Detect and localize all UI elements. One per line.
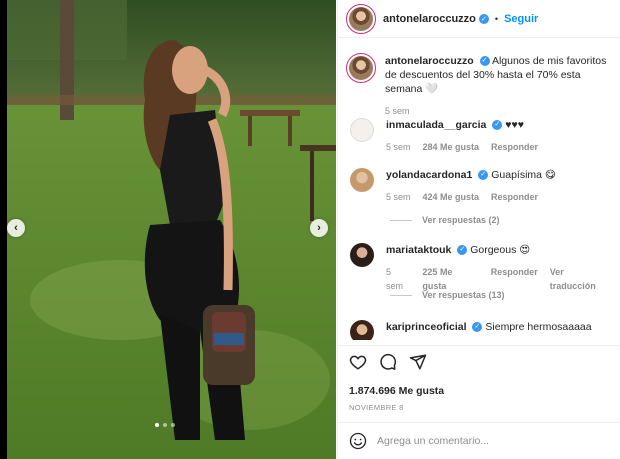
comment-time[interactable]: 5 sem (386, 190, 411, 204)
comment-composer: Agrega un comentario... (338, 422, 620, 459)
view-replies-button[interactable]: Ver respuestas (2) (390, 215, 500, 225)
list-item: mariataktouk ✓ Gorgeous 😍 5 sem 225 Me g… (338, 243, 620, 293)
comment-time[interactable]: 5 sem (386, 265, 410, 293)
comment-username[interactable]: yolandacardona1 (386, 169, 472, 181)
avatar[interactable] (350, 320, 374, 340)
chevron-right-icon: › (317, 222, 321, 234)
carousel-next-button[interactable]: › (310, 219, 328, 237)
reply-button[interactable]: Responder (491, 265, 538, 293)
comment-text: Siempre hermosaaaaa (485, 321, 592, 333)
comment-icon[interactable] (379, 353, 397, 371)
comment-input[interactable]: Agrega un comentario... (377, 435, 489, 447)
comment-text: Gorgeous 😍 (470, 244, 531, 256)
avatar[interactable] (350, 168, 374, 192)
translate-button[interactable]: Ver traducción (550, 265, 612, 293)
reply-button[interactable]: Responder (491, 190, 538, 204)
list-item: kariprinceoficial ✓ Siempre hermosaaaaa (338, 320, 620, 340)
likes-count[interactable]: 1.874.696 Me gusta (349, 385, 610, 397)
verified-badge-icon: ✓ (478, 170, 489, 181)
share-icon[interactable] (409, 353, 427, 371)
emoji-icon[interactable] (349, 432, 367, 450)
action-icons (349, 351, 610, 373)
post-header: antonelaroccuzzo ✓ • Seguir (338, 0, 620, 38)
comment-username[interactable]: kariprinceoficial (386, 321, 467, 333)
post-actions: 1.874.696 Me gusta NOVIEMBRE 8 (338, 345, 620, 415)
comment-username[interactable]: inmaculada__garcia (386, 119, 486, 131)
verified-badge-icon: ✓ (478, 13, 489, 24)
avatar[interactable] (350, 118, 374, 142)
caption-username[interactable]: antonelaroccuzzo (385, 55, 474, 67)
comment-likes[interactable]: 424 Me gusta (423, 190, 480, 204)
reply-button[interactable]: Responder (491, 140, 538, 154)
post-date[interactable]: NOVIEMBRE 8 (349, 403, 610, 412)
comment-likes[interactable]: 284 Me gusta (423, 140, 480, 154)
replies-divider (390, 294, 412, 296)
post-username[interactable]: antonelaroccuzzo (383, 13, 476, 25)
verified-badge-icon: ✓ (492, 120, 503, 131)
comment-time[interactable]: 5 sem (386, 140, 411, 154)
caption: antonelaroccuzzo ✓ Algunos de mis favori… (338, 44, 620, 118)
separator-dot: • (494, 13, 499, 24)
avatar[interactable] (350, 243, 374, 267)
avatar[interactable] (346, 53, 376, 83)
post-panel: antonelaroccuzzo ✓ • Seguir antonelarocc… (337, 0, 620, 459)
view-replies-label: Ver respuestas (13) (422, 290, 505, 300)
replies-divider (390, 219, 412, 221)
comment-username[interactable]: mariataktouk (386, 244, 451, 256)
comment-likes[interactable]: 225 Me gusta (422, 265, 478, 293)
heart-icon[interactable] (349, 353, 367, 371)
view-replies-label: Ver respuestas (2) (422, 215, 500, 225)
chevron-left-icon: ‹ (14, 222, 18, 234)
carousel-prev-button[interactable]: ‹ (7, 219, 25, 237)
post-photo[interactable]: ‹ › (0, 0, 336, 459)
list-item: yolandacardona1 ✓ Guapísima 😋 5 sem 424 … (338, 168, 620, 204)
list-item: inmaculada__garcia ✓ ♥♥♥ 5 sem 284 Me gu… (338, 118, 620, 154)
comment-text: ♥♥♥ (505, 119, 524, 131)
instagram-post: ‹ › antonelaroccuzzo ✓ • Seguir antonela… (0, 0, 620, 459)
carousel-dots (155, 423, 175, 427)
verified-badge-icon: ✓ (457, 245, 468, 256)
verified-badge-icon: ✓ (472, 322, 483, 333)
carousel-dot (171, 423, 175, 427)
verified-badge-icon: ✓ (479, 56, 490, 67)
view-replies-button[interactable]: Ver respuestas (13) (390, 290, 505, 300)
comment-text: Guapísima 😋 (491, 169, 556, 181)
carousel-dot (163, 423, 167, 427)
avatar[interactable] (346, 3, 376, 34)
photo-scene (0, 0, 336, 459)
comments-list[interactable]: antonelaroccuzzo ✓ Algunos de mis favori… (338, 44, 620, 340)
caption-time[interactable]: 5 sem (385, 104, 410, 118)
carousel-dot (155, 423, 159, 427)
follow-button[interactable]: Seguir (504, 13, 538, 25)
